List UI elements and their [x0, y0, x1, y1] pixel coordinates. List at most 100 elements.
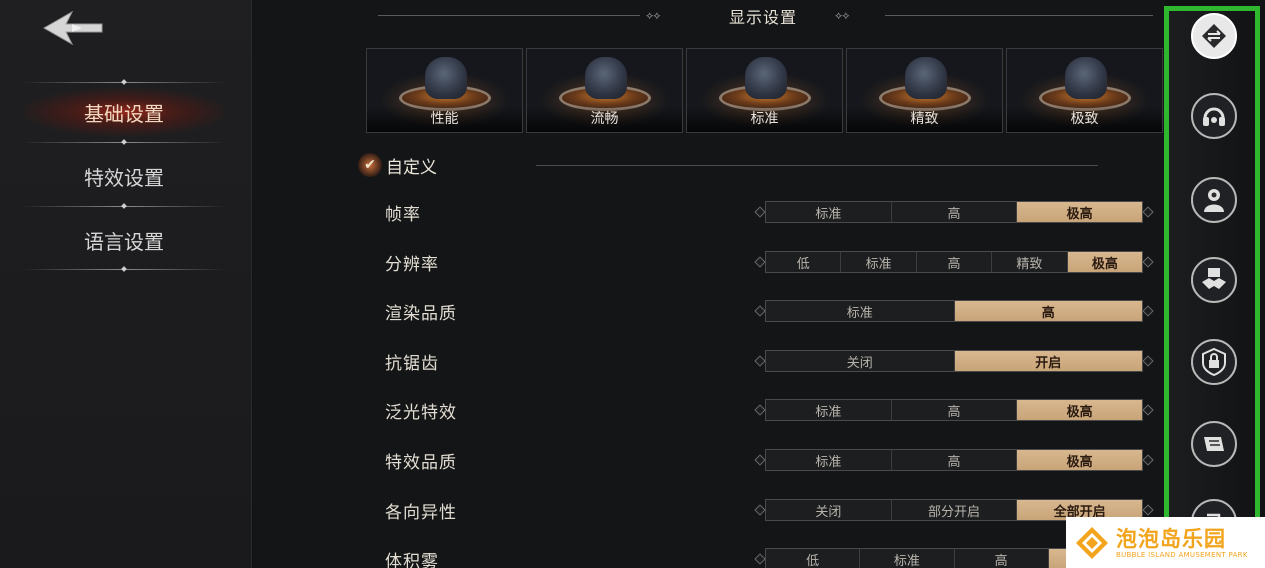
character-tab[interactable] [1191, 177, 1237, 223]
audio-icon [1203, 107, 1225, 126]
setting-label: 体积雾 [385, 552, 439, 568]
preset-label: 极致 [1007, 106, 1162, 132]
selector-end-cap [1142, 355, 1154, 367]
setting-selector: 低标准高精致 极高 [754, 249, 1154, 275]
setting-selector: 标准高极高 [754, 199, 1154, 225]
segmented-control: 标准高 [765, 300, 1143, 322]
setting-option[interactable]: 标准 [766, 301, 955, 321]
preset-thumbnail-statue [585, 57, 627, 99]
audio-tab[interactable] [1191, 93, 1237, 139]
sidebar-divider [22, 82, 226, 83]
segmented-control: 低标准高精致 极高 [765, 251, 1143, 273]
quality-presets: 性能 流畅 标准 精致 极致 [366, 48, 1163, 133]
back-arrow-icon [42, 10, 103, 46]
setting-selector: 标准高极高 [754, 397, 1154, 423]
preset-label: 流畅 [527, 106, 682, 132]
setting-option[interactable]: 标准 [766, 450, 892, 470]
watermark-title: 泡泡岛乐园 [1116, 526, 1226, 551]
setting-option[interactable]: 高 [955, 549, 1049, 568]
setting-option[interactable]: 标准 [766, 400, 892, 420]
selector-end-cap [1142, 454, 1154, 466]
sidebar-item-label: 语言设置 [84, 229, 164, 254]
setting-label: 特效品质 [385, 453, 457, 473]
handshake-icon [1202, 268, 1226, 289]
social-tab[interactable] [1191, 257, 1237, 303]
preset-performance[interactable]: 性能 [366, 48, 523, 133]
preset-ultimate[interactable]: 极致 [1006, 48, 1163, 133]
setting-option[interactable]: 关闭 [766, 351, 955, 371]
setting-option[interactable]: 低 [766, 252, 842, 272]
preset-label: 精致 [847, 106, 1002, 132]
setting-option[interactable]: 极高 [1067, 252, 1143, 272]
setting-selector: 关闭 开启 [754, 348, 1154, 374]
setting-option[interactable]: 关闭 [766, 500, 892, 520]
selector-end-cap [754, 256, 766, 268]
setting-option[interactable]: 开启 [954, 351, 1142, 371]
selector-end-cap [754, 305, 766, 317]
setting-option[interactable]: 高 [892, 400, 1018, 420]
selector-end-cap [754, 553, 766, 565]
segmented-control: 标准高极高 [765, 201, 1143, 223]
scroll-icon [1204, 437, 1224, 451]
preset-thumbnail-statue [905, 57, 947, 99]
setting-option[interactable]: 低 [766, 549, 861, 568]
setting-label: 帧率 [385, 205, 421, 225]
page-title: 显示设置 [728, 8, 797, 27]
setting-option[interactable]: 极高 [1017, 400, 1143, 420]
setting-option[interactable]: 高 [892, 202, 1018, 222]
preset-standard[interactable]: 标准 [686, 48, 843, 133]
segmented-control: 关闭 开启 [765, 350, 1143, 372]
sidebar-item-effects[interactable]: 特效设置 [22, 148, 226, 204]
title-ornament-right: ⟡⟡ [835, 9, 850, 22]
display-settings-tab[interactable] [1191, 13, 1237, 59]
display-settings-icon [1202, 24, 1226, 48]
checkmark-icon: ✔ [364, 157, 376, 173]
sidebar-divider [22, 269, 226, 270]
custom-checkbox[interactable]: ✔ [358, 153, 382, 177]
selector-end-cap [1142, 256, 1154, 268]
selector-end-cap [1142, 404, 1154, 416]
preset-label: 性能 [367, 106, 522, 132]
setting-option[interactable]: 极高 [1017, 450, 1143, 470]
selector-end-cap [1142, 305, 1154, 317]
preset-label: 标准 [687, 106, 842, 132]
setting-option[interactable]: 高 [892, 450, 1018, 470]
character-icon [1204, 189, 1224, 212]
custom-label: 自定义 [386, 157, 437, 178]
sidebar-item-language[interactable]: 语言设置 [22, 212, 226, 268]
sidebar-item-basic[interactable]: 基础设置 [22, 84, 226, 140]
setting-label: 各向异性 [385, 503, 457, 523]
title-divider-right [885, 15, 1153, 16]
selector-end-cap [1142, 206, 1154, 218]
preset-fine[interactable]: 精致 [846, 48, 1003, 133]
setting-label: 泛光特效 [385, 403, 457, 423]
selector-end-cap [754, 454, 766, 466]
selector-end-cap [754, 504, 766, 516]
bubble-island-logo-icon [1076, 526, 1108, 559]
setting-option[interactable]: 极高 [1017, 202, 1143, 222]
preset-thumbnail-statue [1065, 57, 1107, 99]
selector-end-cap [754, 404, 766, 416]
setting-option[interactable]: 高 [917, 252, 993, 272]
setting-option[interactable]: 部分开启 [892, 500, 1018, 520]
notice-tab[interactable] [1191, 421, 1237, 467]
sidebar-divider [22, 142, 226, 143]
segmented-control: 标准高极高 [765, 449, 1143, 471]
segmented-control: 标准高极高 [765, 399, 1143, 421]
custom-divider [536, 165, 1098, 166]
setting-option[interactable]: 标准 [841, 252, 917, 272]
selector-end-cap [754, 355, 766, 367]
setting-option[interactable]: 高 [954, 301, 1142, 321]
setting-label: 渲染品质 [385, 304, 457, 324]
setting-option[interactable]: 标准 [766, 202, 892, 222]
setting-option[interactable]: 标准 [860, 549, 955, 568]
custom-preset-row: ✔ 自定义 [358, 152, 437, 178]
settings-sidebar: 基础设置 特效设置 语言设置 [0, 0, 252, 568]
preset-thumbnail-statue [425, 57, 467, 99]
privacy-tab[interactable] [1191, 339, 1237, 385]
sidebar-divider [22, 206, 226, 207]
preset-smooth[interactable]: 流畅 [526, 48, 683, 133]
setting-selector: 标准高 [754, 298, 1154, 324]
back-button[interactable] [42, 8, 106, 48]
setting-option[interactable]: 精致 [992, 252, 1068, 272]
